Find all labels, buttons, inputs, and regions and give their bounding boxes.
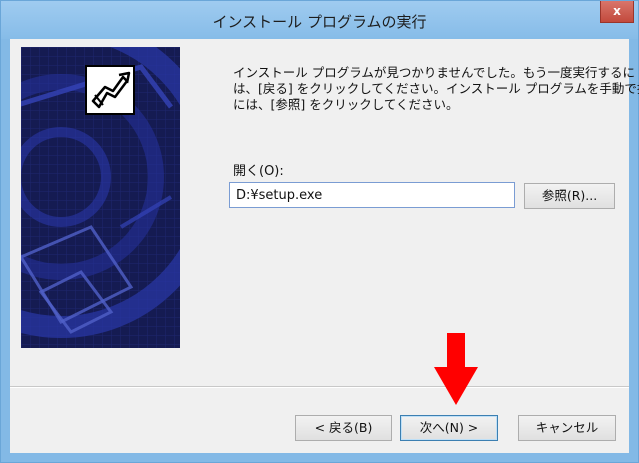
title-bar[interactable]: インストール プログラムの実行 x: [1, 1, 638, 39]
instruction-line: には、[参照] をクリックしてください。: [233, 97, 459, 112]
down-arrow-icon: [434, 333, 478, 405]
instruction-line: インストール プログラムが見つかりませんでした。もう一度実行するに: [233, 65, 635, 80]
close-button[interactable]: x: [600, 1, 634, 23]
window-title: インストール プログラムの実行: [212, 13, 427, 31]
wizard-banner-image: [21, 47, 180, 348]
browse-button[interactable]: 参照(R)...: [524, 183, 615, 209]
cancel-button[interactable]: キャンセル: [518, 415, 616, 441]
install-dialog-window: インストール プログラムの実行 x インストール プログラムが見つかりませんでし…: [0, 0, 639, 463]
next-button[interactable]: 次へ(N) >: [400, 415, 498, 441]
button-divider: [10, 386, 629, 388]
instruction-text: インストール プログラムが見つかりませんでした。もう一度実行するに は、[戻る]…: [233, 65, 639, 113]
setup-icon: [85, 65, 135, 115]
open-path-input[interactable]: [229, 182, 515, 208]
dialog-client-area: インストール プログラムが見つかりませんでした。もう一度実行するに は、[戻る]…: [10, 39, 639, 453]
back-button[interactable]: < 戻る(B): [295, 415, 392, 441]
instruction-line: は、[戻る] をクリックしてください。インストール プログラムを手動で探す: [233, 81, 639, 96]
open-label: 開く(O):: [233, 164, 284, 179]
